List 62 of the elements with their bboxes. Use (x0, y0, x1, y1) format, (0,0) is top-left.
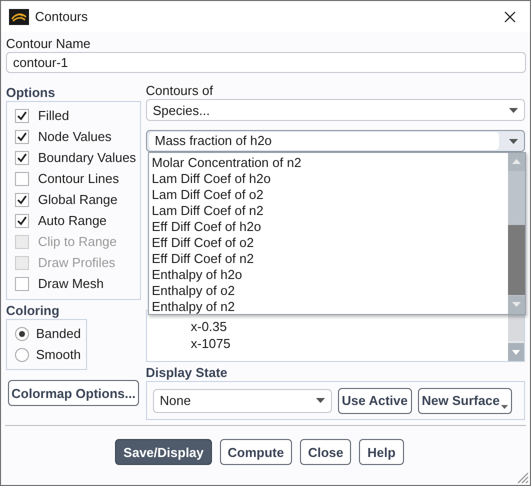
caret-icon (509, 108, 518, 112)
check-icon (16, 131, 28, 142)
check-icon (16, 152, 28, 163)
radio-label: Smooth (36, 347, 81, 362)
radio-button[interactable] (15, 348, 29, 362)
check-icon (16, 194, 28, 205)
checkbox-label: Filled (38, 108, 70, 123)
dialog-button[interactable]: Help (359, 439, 404, 465)
caret-icon (500, 404, 508, 408)
dialog-button[interactable]: Compute (220, 439, 292, 465)
dropdown-option[interactable]: Eff Diff Coef of o2 (152, 235, 508, 251)
dropdown-option[interactable]: Eff Diff Coef of n2 (152, 251, 508, 267)
checkbox[interactable] (15, 214, 29, 228)
checkbox[interactable] (15, 150, 29, 164)
display-state-dropdown[interactable]: None (152, 388, 332, 412)
radio-label: Banded (36, 326, 81, 341)
list-item[interactable]: x-0.35 (190, 318, 508, 335)
section-title: Display State (146, 364, 228, 381)
dropdown-option[interactable]: Enthalpy of n2 (152, 299, 508, 315)
scrollbar[interactable] (508, 153, 525, 314)
caret-icon (509, 138, 518, 144)
app-logo-icon (9, 8, 29, 24)
checkbox[interactable] (15, 276, 29, 290)
checkbox-label: Contour Lines (38, 171, 119, 186)
dialog-button[interactable]: Save/Display (115, 439, 212, 465)
dropdown-option[interactable]: Lam Diff Coef of h2o (152, 171, 508, 187)
field-label: Contour Name (6, 35, 92, 52)
dropdown-option[interactable]: Eff Diff Coef of h2o (152, 219, 508, 235)
new-surface-button[interactable]: New Surface (418, 388, 512, 414)
dropdown-option[interactable]: Lam Diff Coef of n2 (152, 203, 508, 219)
checkbox-label: Boundary Values (38, 150, 136, 165)
checkbox[interactable] (15, 172, 29, 186)
use-active-button[interactable]: Use Active (338, 388, 412, 414)
resize-grip-icon[interactable] (517, 472, 529, 484)
list-item[interactable]: x-1075 (190, 335, 508, 352)
field-label: Contours of (146, 82, 214, 99)
window-title: Contours (35, 9, 89, 24)
checkbox-label: Global Range (38, 192, 118, 207)
checkbox-label: Draw Profiles (38, 255, 116, 270)
checkbox-label: Node Values (38, 129, 112, 144)
field-dropdown[interactable]: Mass fraction of h2o (146, 130, 525, 152)
dropdown-option[interactable]: Enthalpy of h2o (152, 267, 508, 283)
input-field[interactable]: contour-1 (6, 52, 526, 73)
colormap-options-button[interactable]: Colormap Options... (8, 380, 139, 406)
close-icon (504, 10, 516, 22)
dropdown-option[interactable]: Molar Concentration of n2 (152, 155, 508, 171)
checkbox-label: Draw Mesh (38, 276, 104, 291)
checkbox[interactable] (15, 130, 29, 144)
checkbox[interactable] (15, 192, 29, 206)
dropdown-option[interactable]: Lam Diff Coef of o2 (152, 187, 508, 203)
checkbox-label: Clip to Range (38, 234, 117, 249)
dropdown-option[interactable]: Enthalpy of o2 (152, 283, 508, 299)
radio-button[interactable] (15, 326, 29, 340)
check-icon (16, 215, 28, 226)
check-icon (16, 110, 28, 121)
caret-icon (316, 398, 325, 403)
section-title: Options (6, 84, 56, 101)
section-title: Coloring (6, 302, 60, 319)
dialog-button[interactable]: Close (300, 439, 352, 465)
checkbox[interactable] (15, 108, 29, 122)
category-dropdown[interactable]: Species... (146, 99, 525, 121)
checkbox-label: Auto Range (38, 213, 107, 228)
